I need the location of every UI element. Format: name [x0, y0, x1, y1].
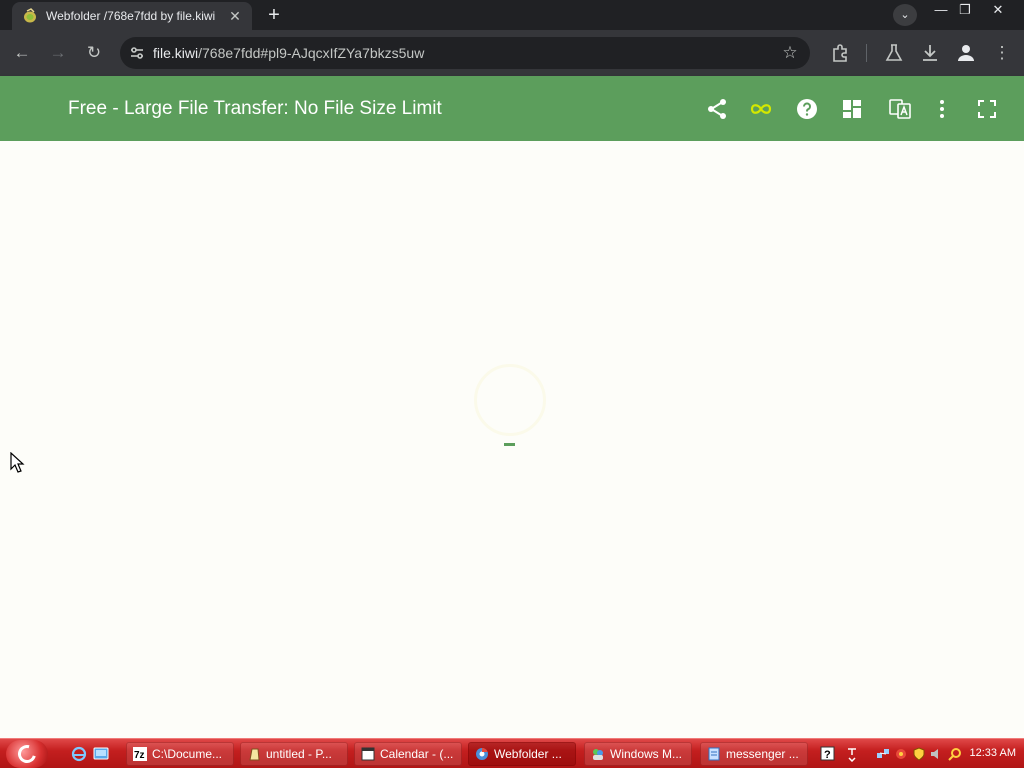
loading-spinner: [474, 364, 546, 436]
dashboard-icon[interactable]: [840, 97, 864, 121]
tab-strip: Webfolder /768e7fdd by file.kiwi ✕ + ⌄ —…: [0, 0, 1024, 30]
taskbar-item-notepad[interactable]: messenger ...: [700, 742, 808, 766]
window-close-button[interactable]: ✕: [985, 0, 1011, 20]
chrome-icon: [476, 748, 488, 760]
loading-indicator: [504, 443, 515, 446]
more-vert-icon[interactable]: [930, 97, 954, 121]
taskbar-item-calendar[interactable]: Calendar - (...: [354, 742, 462, 766]
kiwi-favicon-icon: [24, 8, 36, 23]
internet-explorer-icon[interactable]: [71, 746, 87, 762]
taskbar-item-label: Webfolder ...: [494, 747, 562, 761]
minimize-button[interactable]: —: [928, 0, 954, 20]
taskbar: 7z C:\Docume... untitled - P... Calendar…: [0, 738, 1024, 768]
taskbar-item-paint[interactable]: untitled - P...: [240, 742, 348, 766]
screen: Webfolder /768e7fdd by file.kiwi ✕ + ⌄ —…: [0, 0, 1024, 768]
site-info-icon[interactable]: [128, 44, 146, 62]
mouse-cursor-icon: [10, 452, 25, 473]
address-bar[interactable]: file.kiwi/768e7fdd#pl9-AJqcxIfZYa7bkzs5u…: [120, 37, 810, 69]
volume-icon[interactable]: [930, 747, 944, 761]
tab-title: Webfolder /768e7fdd by file.kiwi: [46, 9, 216, 23]
chrome-menu-icon[interactable]: ⋮: [990, 41, 1014, 65]
shield-icon[interactable]: [912, 747, 926, 761]
browser-toolbar: ← → ↻ file.kiwi/768e7fdd#pl9-AJqcxIfZYa7…: [0, 30, 1024, 76]
taskbar-item-webfolder[interactable]: Webfolder ...: [468, 742, 576, 766]
paint-icon: [249, 748, 260, 761]
taskbar-item-label: untitled - P...: [266, 747, 332, 761]
system-tray: 12:33 AM: [868, 742, 1024, 766]
reload-button[interactable]: ↻: [82, 41, 106, 65]
share-icon[interactable]: [705, 97, 729, 121]
browser-tab[interactable]: Webfolder /768e7fdd by file.kiwi ✕: [12, 2, 252, 30]
svg-text:7z: 7z: [134, 750, 145, 761]
profile-avatar-icon[interactable]: [954, 41, 978, 65]
taskbar-item-messenger[interactable]: Windows M...: [584, 742, 692, 766]
new-tab-button[interactable]: +: [262, 4, 286, 26]
search-tray-icon[interactable]: [948, 747, 962, 761]
restore-button[interactable]: ❐: [952, 0, 978, 20]
labs-flask-icon[interactable]: [882, 41, 906, 65]
crescent-logo-icon: [14, 741, 40, 767]
downloads-icon[interactable]: [918, 41, 942, 65]
language-bar-icon[interactable]: [844, 746, 860, 762]
clock: 12:33 AM: [969, 747, 1016, 759]
start-button[interactable]: [6, 740, 48, 768]
help-icon[interactable]: [795, 97, 819, 121]
back-button[interactable]: ←: [10, 41, 34, 65]
forward-button[interactable]: →: [46, 41, 70, 65]
app-header: Free - Large File Transfer: No File Size…: [0, 76, 1024, 141]
tab-search-button[interactable]: ⌄: [893, 4, 917, 26]
url-text: file.kiwi/768e7fdd#pl9-AJqcxIfZYa7bkzs5u…: [153, 45, 424, 61]
network-icon[interactable]: [876, 747, 890, 761]
7zip-icon: 7z: [133, 747, 147, 761]
svg-text:?: ?: [824, 749, 831, 761]
taskbar-item-label: Calendar - (...: [380, 747, 454, 761]
extensions-icon[interactable]: [829, 41, 853, 65]
show-desktop-icon[interactable]: [93, 746, 109, 762]
infinity-icon[interactable]: [749, 97, 773, 121]
page-title: Free - Large File Transfer: No File Size…: [68, 98, 442, 119]
fullscreen-icon[interactable]: [975, 97, 999, 121]
help-tray-icon[interactable]: ?: [820, 746, 836, 762]
taskbar-item-explorer[interactable]: 7z C:\Docume...: [126, 742, 234, 766]
calendar-icon: [361, 747, 375, 761]
security-alert-icon[interactable]: [894, 747, 908, 761]
messenger-icon: [593, 749, 603, 760]
content-area: [0, 141, 1024, 738]
taskbar-item-label: messenger ...: [726, 747, 799, 761]
translate-icon[interactable]: [888, 97, 912, 121]
tab-close-icon[interactable]: ✕: [226, 7, 244, 25]
taskbar-item-label: C:\Docume...: [152, 747, 223, 761]
toolbar-separator: [866, 44, 867, 62]
url-path: /768e7fdd#pl9-AJqcxIfZYa7bkzs5uw: [198, 45, 425, 61]
bookmark-star-icon[interactable]: ☆: [780, 43, 800, 63]
notepad-icon: [708, 747, 720, 761]
taskbar-item-label: Windows M...: [610, 747, 683, 761]
url-host: file.kiwi: [153, 45, 199, 61]
